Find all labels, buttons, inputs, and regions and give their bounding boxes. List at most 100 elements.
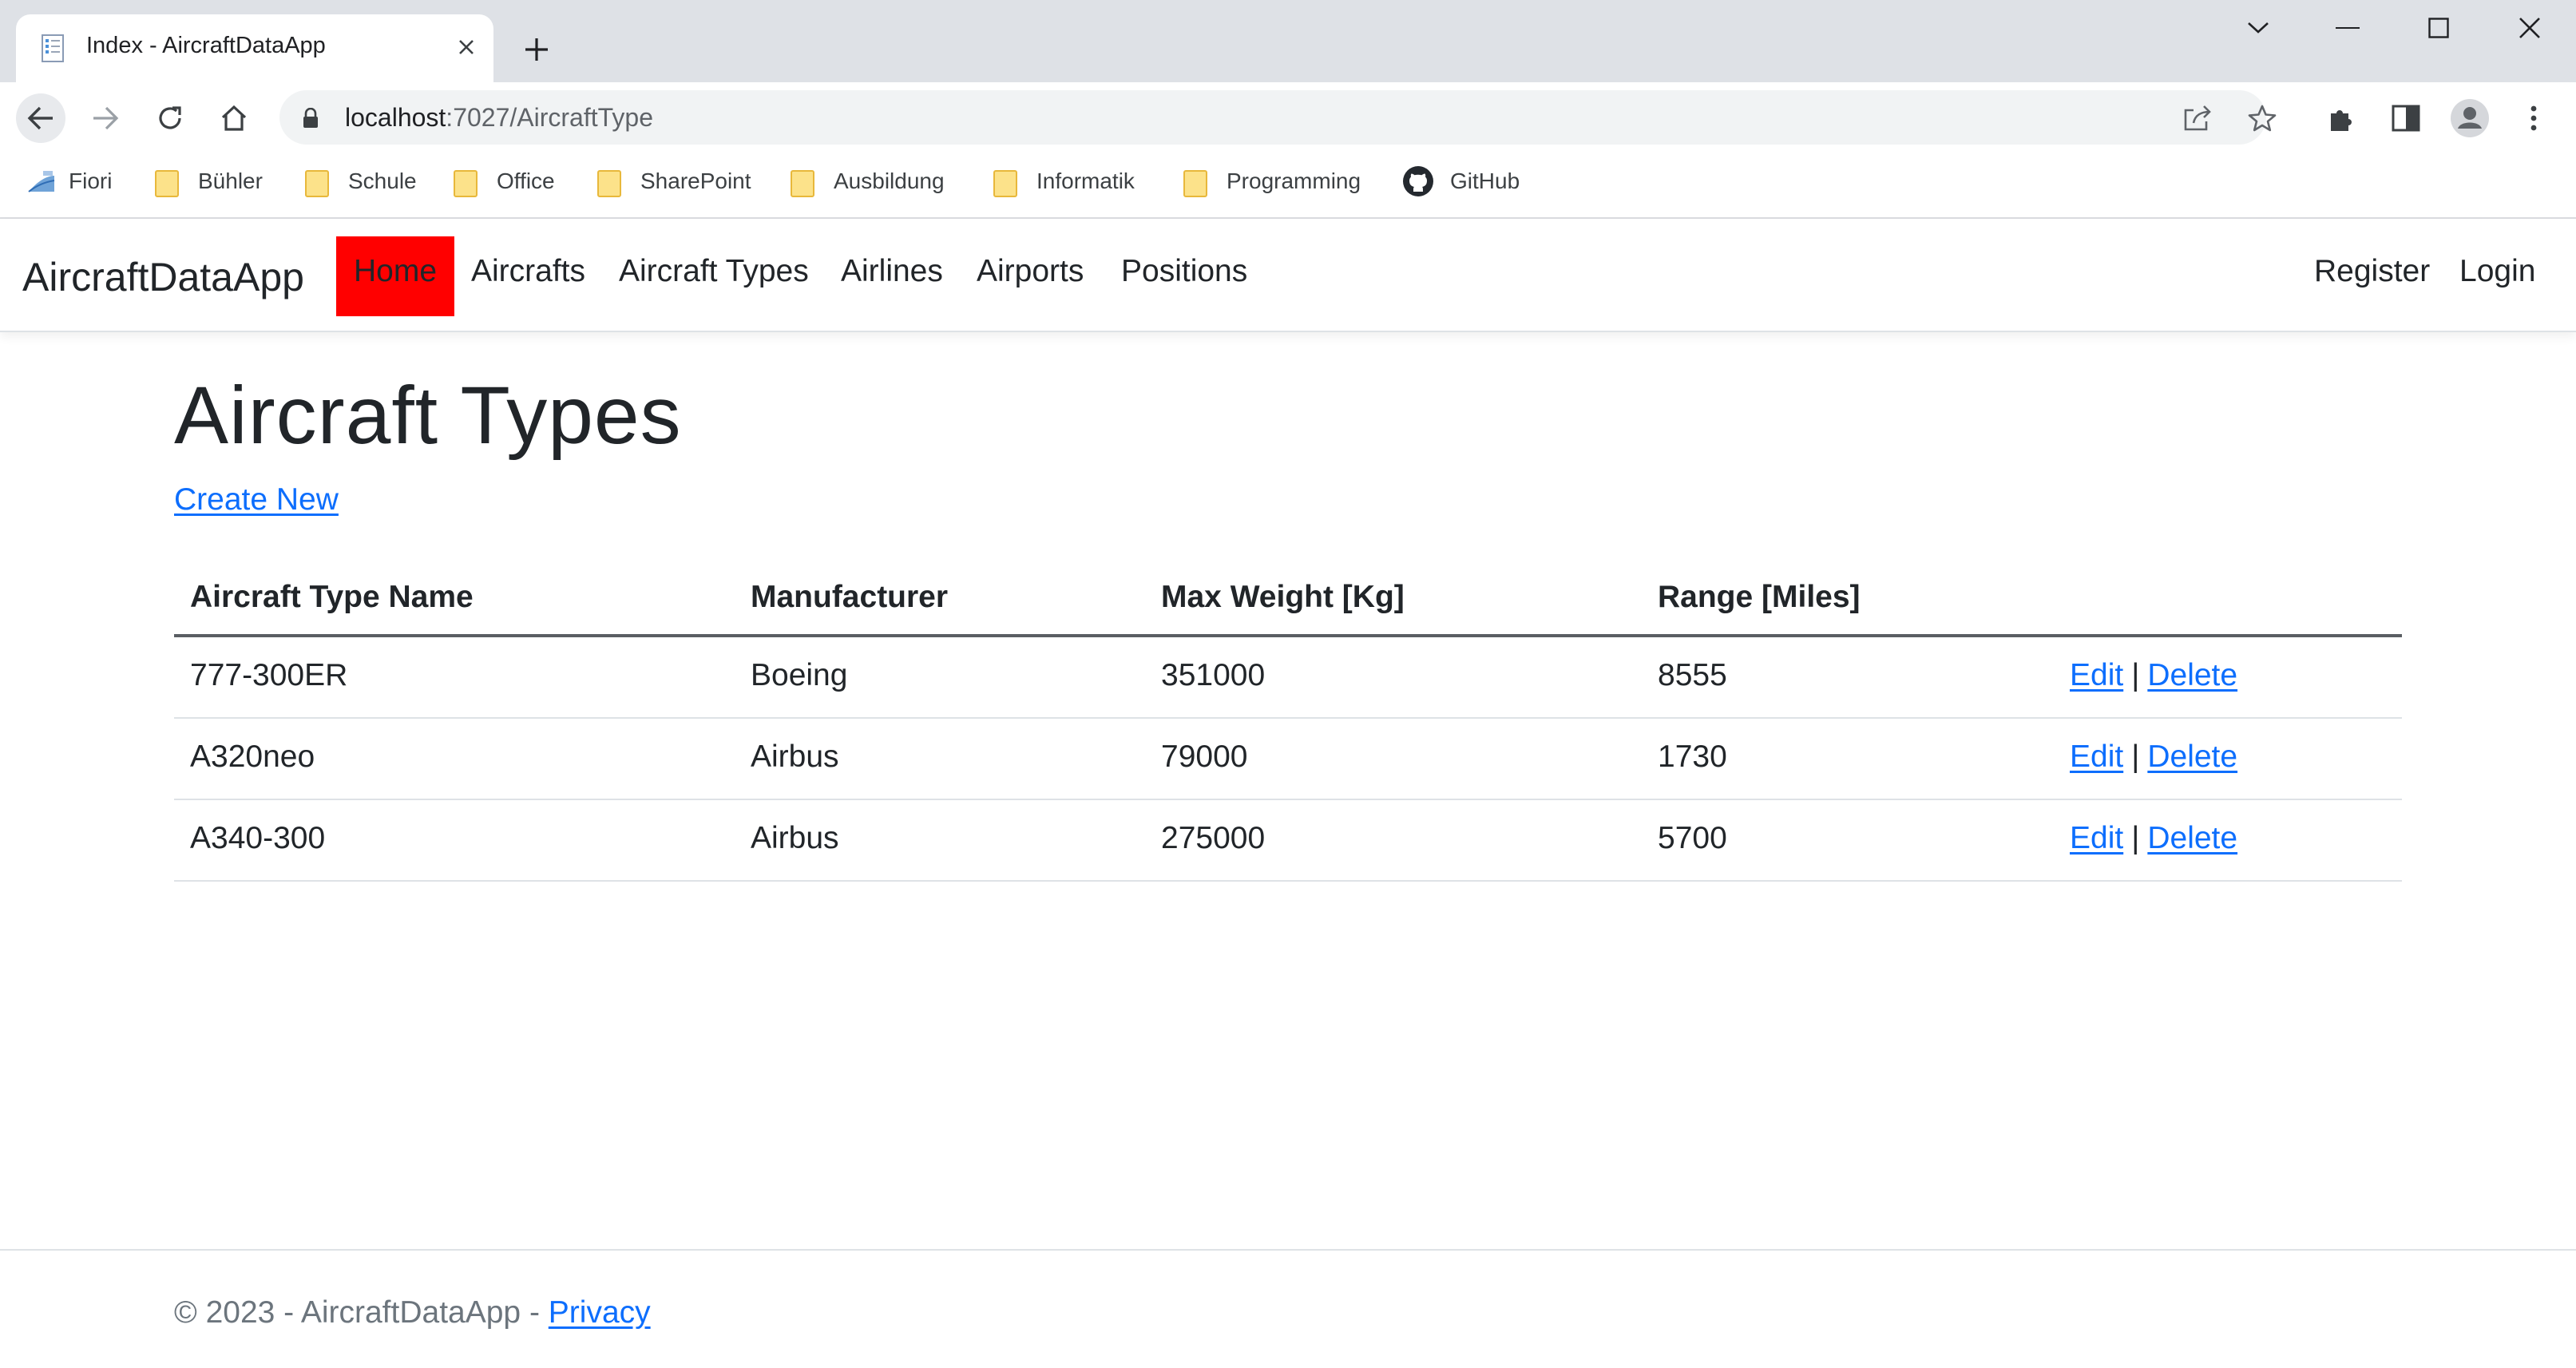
bookmark-label: GitHub [1450, 169, 1520, 193]
back-button[interactable] [16, 93, 65, 143]
forward-button[interactable] [81, 93, 130, 143]
cell-max-weight: 79000 [1161, 740, 1248, 774]
tab-strip: Index - AircraftDataApp [0, 0, 2576, 82]
bookmark-sharepoint[interactable]: SharePoint [596, 165, 751, 197]
folder-icon [992, 169, 1017, 197]
cell-range: 1730 [1658, 740, 1727, 774]
bookmark-programming[interactable]: Programming [1182, 165, 1361, 197]
nav-item-aircrafts[interactable]: Aircrafts [471, 254, 585, 289]
avatar-icon [2451, 99, 2489, 137]
column-header-max-weight: Max Weight [Kg] [1161, 580, 1405, 614]
close-tab-icon[interactable] [450, 31, 482, 63]
bookmark-label: Bühler [198, 169, 263, 193]
folder-icon [1182, 169, 1207, 197]
privacy-link[interactable]: Privacy [549, 1295, 651, 1330]
side-panel-icon [2392, 105, 2420, 132]
cell-actions: Edit | Delete [2070, 658, 2237, 693]
column-header-manufacturer: Manufacturer [751, 580, 949, 614]
nav-item-home[interactable]: Home [336, 236, 454, 316]
table-row: A320neo Airbus 79000 1730 Edit | Delete [174, 719, 2402, 800]
bookmark-star-icon[interactable] [2244, 100, 2281, 137]
nav-item-label: Home [354, 254, 438, 288]
cell-range: 8555 [1658, 658, 1727, 692]
action-separator: | [2131, 821, 2140, 855]
bookmark-label: Schule [348, 169, 417, 193]
browser-tab[interactable]: Index - AircraftDataApp [16, 14, 493, 82]
edit-link[interactable]: Edit [2070, 658, 2123, 692]
app-brand[interactable]: AircraftDataApp [22, 254, 304, 300]
nav-item-positions[interactable]: Positions [1121, 254, 1247, 289]
folder-icon [789, 169, 814, 197]
cell-name: 777-300ER [190, 658, 348, 692]
cell-range: 5700 [1658, 821, 1727, 855]
bookmark-label: SharePoint [640, 169, 751, 193]
puzzle-icon [2331, 110, 2352, 131]
register-link[interactable]: Register [2314, 254, 2430, 289]
bookmark-schule[interactable]: Schule [303, 165, 417, 197]
browser-toolbar: localhost:7027/AircraftType [0, 82, 2576, 153]
address-url[interactable]: localhost:7027/AircraftType [345, 103, 653, 133]
folder-icon [452, 169, 478, 197]
page-icon [42, 34, 64, 62]
edit-link[interactable]: Edit [2070, 821, 2123, 855]
home-button[interactable] [209, 93, 259, 143]
menu-button[interactable] [2509, 93, 2558, 143]
bookmark-office[interactable]: Office [452, 165, 555, 197]
delete-link[interactable]: Delete [2147, 740, 2237, 774]
aircraft-types-table: Aircraft Type Name Manufacturer Max Weig… [174, 559, 2402, 882]
nav-item-aircraft-types[interactable]: Aircraft Types [619, 254, 809, 289]
back-arrow-icon [27, 106, 53, 130]
cell-actions: Edit | Delete [2070, 740, 2237, 775]
bookmark-label: Office [497, 169, 555, 193]
delete-link[interactable]: Delete [2147, 658, 2237, 692]
fiori-icon [28, 171, 55, 192]
profile-button[interactable] [2445, 93, 2495, 143]
page-title: Aircraft Types [174, 370, 682, 461]
share-icon[interactable] [2180, 100, 2217, 137]
cell-max-weight: 275000 [1161, 821, 1266, 855]
login-link[interactable]: Login [2459, 254, 2535, 289]
folder-icon [153, 169, 179, 197]
reload-icon [159, 106, 181, 129]
folder-icon [596, 169, 621, 197]
address-bar[interactable]: localhost:7027/AircraftType [279, 90, 2277, 145]
bookmark-label: Informatik [1036, 169, 1135, 193]
create-new-link[interactable]: Create New [174, 482, 339, 517]
delete-link[interactable]: Delete [2147, 821, 2237, 855]
bookmark-informatik[interactable]: Informatik [992, 165, 1135, 197]
tab-title: Index - AircraftDataApp [86, 33, 326, 58]
home-icon [221, 105, 247, 131]
nav-item-airlines[interactable]: Airlines [841, 254, 943, 289]
bookmark-buehler[interactable]: Bühler [153, 165, 263, 197]
table-header: Aircraft Type Name Manufacturer Max Weig… [174, 559, 2402, 637]
tab-search-chevron-icon[interactable] [2234, 8, 2282, 48]
new-tab-icon[interactable] [517, 30, 556, 69]
close-window-icon[interactable] [2506, 8, 2554, 48]
column-header-range: Range [Miles] [1658, 580, 1861, 614]
edit-link[interactable]: Edit [2070, 740, 2123, 774]
bookmark-fiori[interactable]: Fiori [26, 165, 112, 197]
bookmark-ausbildung[interactable]: Ausbildung [789, 165, 945, 197]
bookmark-label: Fiori [69, 169, 113, 193]
cell-max-weight: 351000 [1161, 658, 1266, 692]
footer-text: © 2023 - AircraftDataApp - Privacy [174, 1295, 651, 1330]
side-panel-button[interactable] [2381, 93, 2431, 143]
url-host: localhost [345, 103, 446, 132]
page-footer: © 2023 - AircraftDataApp - Privacy [0, 1249, 2576, 1368]
column-header-name: Aircraft Type Name [190, 580, 474, 614]
cell-name: A340-300 [190, 821, 326, 855]
table-row: A340-300 Airbus 275000 5700 Edit | Delete [174, 800, 2402, 882]
extensions-button[interactable] [2317, 93, 2367, 143]
action-separator: | [2131, 740, 2140, 774]
cell-manufacturer: Airbus [751, 740, 839, 774]
minimize-icon[interactable] [2324, 8, 2372, 48]
bookmark-github[interactable]: GitHub [1402, 165, 1520, 197]
nav-item-airports[interactable]: Airports [977, 254, 1084, 289]
reload-button[interactable] [145, 93, 195, 143]
cell-actions: Edit | Delete [2070, 821, 2237, 856]
copyright-text: © 2023 - AircraftDataApp - [174, 1295, 549, 1330]
action-separator: | [2131, 658, 2140, 692]
bookmarks-bar: Fiori Bühler Schule Office SharePoint Au… [0, 153, 2576, 219]
maximize-icon[interactable] [2415, 8, 2463, 48]
folder-icon [303, 169, 329, 197]
